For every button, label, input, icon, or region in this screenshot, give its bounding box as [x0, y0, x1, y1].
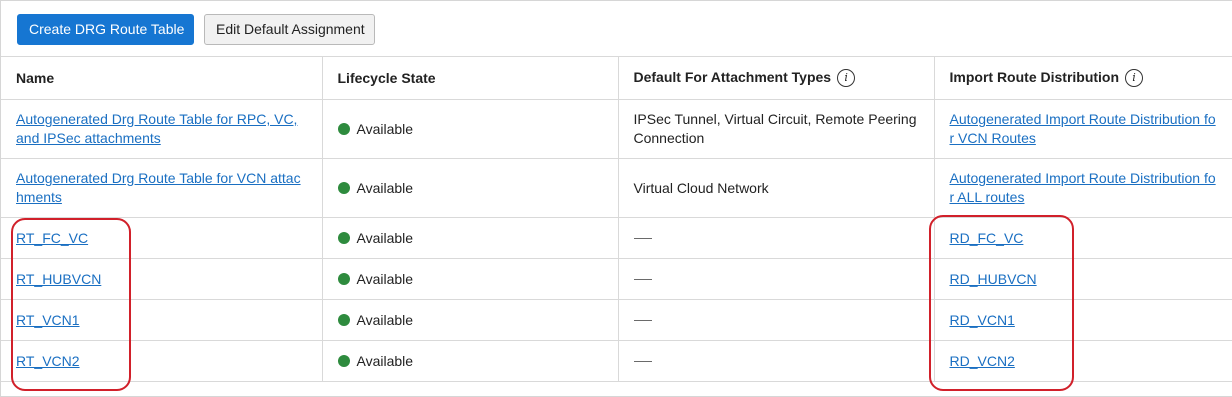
- route-tables-table: Name Lifecycle State Default For Attachm…: [1, 56, 1232, 382]
- empty-value-dash: [633, 361, 652, 363]
- table-row: RT_VCN1 Available RD_VCN1: [1, 299, 1232, 341]
- route-table-link[interactable]: RT_FC_VC: [16, 230, 88, 246]
- state-label: Available: [356, 120, 414, 137]
- table-row: RT_FC_VC Available RD_FC_VC: [1, 217, 1232, 259]
- default-attachment-cell: IPSec Tunnel, Virtual Circuit, Remote Pe…: [617, 99, 934, 159]
- empty-value-dash: [633, 279, 652, 281]
- distribution-cell: RD_HUBVCN: [933, 258, 1232, 300]
- state-cell: Available: [321, 99, 618, 159]
- distribution-cell: Autogenerated Import Route Distribution …: [933, 99, 1232, 159]
- distribution-cell: RD_VCN2: [933, 340, 1232, 382]
- column-header-import-route-distribution[interactable]: Import Route Distribution i: [933, 56, 1232, 100]
- status-dot-icon: [337, 354, 350, 367]
- state-label: Available: [356, 311, 414, 328]
- distribution-cell: Autogenerated Import Route Distribution …: [933, 158, 1232, 218]
- toolbar: Create DRG Route Table Edit Default Assi…: [1, 1, 1232, 56]
- table-row: RT_HUBVCN Available RD_HUBVCN: [1, 258, 1232, 300]
- state-label: Available: [356, 270, 414, 287]
- table-header-row: Name Lifecycle State Default For Attachm…: [1, 56, 1232, 100]
- name-cell: Autogenerated Drg Route Table for VCN at…: [1, 158, 322, 218]
- route-distribution-link[interactable]: RD_HUBVCN: [950, 271, 1037, 287]
- route-distribution-link[interactable]: Autogenerated Import Route Distribution …: [950, 170, 1216, 205]
- default-attachment-cell: [617, 299, 934, 341]
- table-row: RT_VCN2 Available RD_VCN2: [1, 340, 1232, 382]
- name-cell: RT_VCN2: [1, 340, 322, 382]
- status-dot-icon: [337, 122, 350, 135]
- route-table-link[interactable]: Autogenerated Drg Route Table for VCN at…: [16, 170, 301, 205]
- route-tables-panel: Create DRG Route Table Edit Default Assi…: [0, 0, 1232, 397]
- info-icon[interactable]: i: [837, 69, 856, 88]
- state-cell: Available: [321, 217, 618, 259]
- name-cell: RT_HUBVCN: [1, 258, 322, 300]
- column-header-name[interactable]: Name: [1, 56, 322, 100]
- status-dot-icon: [337, 181, 350, 194]
- name-cell: RT_FC_VC: [1, 217, 322, 259]
- default-attachment-cell: Virtual Cloud Network: [617, 158, 934, 218]
- state-label: Available: [356, 352, 414, 369]
- info-icon[interactable]: i: [1125, 69, 1144, 88]
- default-attachment-cell: [617, 217, 934, 259]
- status-dot-icon: [337, 313, 350, 326]
- state-label: Available: [356, 179, 414, 196]
- create-drg-route-table-button[interactable]: Create DRG Route Table: [17, 14, 194, 45]
- state-label: Available: [356, 229, 414, 246]
- default-attachment-cell: [617, 340, 934, 382]
- state-cell: Available: [321, 299, 618, 341]
- edit-default-assignment-button[interactable]: Edit Default Assignment: [204, 14, 375, 45]
- route-table-link[interactable]: RT_HUBVCN: [16, 271, 101, 287]
- route-distribution-link[interactable]: Autogenerated Import Route Distribution …: [950, 111, 1216, 146]
- column-header-lifecycle-state[interactable]: Lifecycle State: [321, 56, 618, 100]
- route-distribution-link[interactable]: RD_VCN2: [950, 353, 1015, 369]
- table-row: Autogenerated Drg Route Table for VCN at…: [1, 158, 1232, 218]
- route-table-link[interactable]: RT_VCN2: [16, 353, 80, 369]
- distribution-cell: RD_FC_VC: [933, 217, 1232, 259]
- status-dot-icon: [337, 272, 350, 285]
- route-distribution-link[interactable]: RD_VCN1: [950, 312, 1015, 328]
- empty-value-dash: [633, 320, 652, 322]
- empty-value-dash: [633, 238, 652, 240]
- table-row: Autogenerated Drg Route Table for RPC, V…: [1, 99, 1232, 159]
- state-cell: Available: [321, 158, 618, 218]
- name-cell: RT_VCN1: [1, 299, 322, 341]
- distribution-cell: RD_VCN1: [933, 299, 1232, 341]
- status-dot-icon: [337, 231, 350, 244]
- route-distribution-link[interactable]: RD_FC_VC: [950, 230, 1024, 246]
- state-cell: Available: [321, 340, 618, 382]
- route-table-link[interactable]: RT_VCN1: [16, 312, 80, 328]
- state-cell: Available: [321, 258, 618, 300]
- name-cell: Autogenerated Drg Route Table for RPC, V…: [1, 99, 322, 159]
- column-header-default-attachment-types[interactable]: Default For Attachment Types i: [617, 56, 934, 100]
- route-table-link[interactable]: Autogenerated Drg Route Table for RPC, V…: [16, 111, 297, 146]
- default-attachment-cell: [617, 258, 934, 300]
